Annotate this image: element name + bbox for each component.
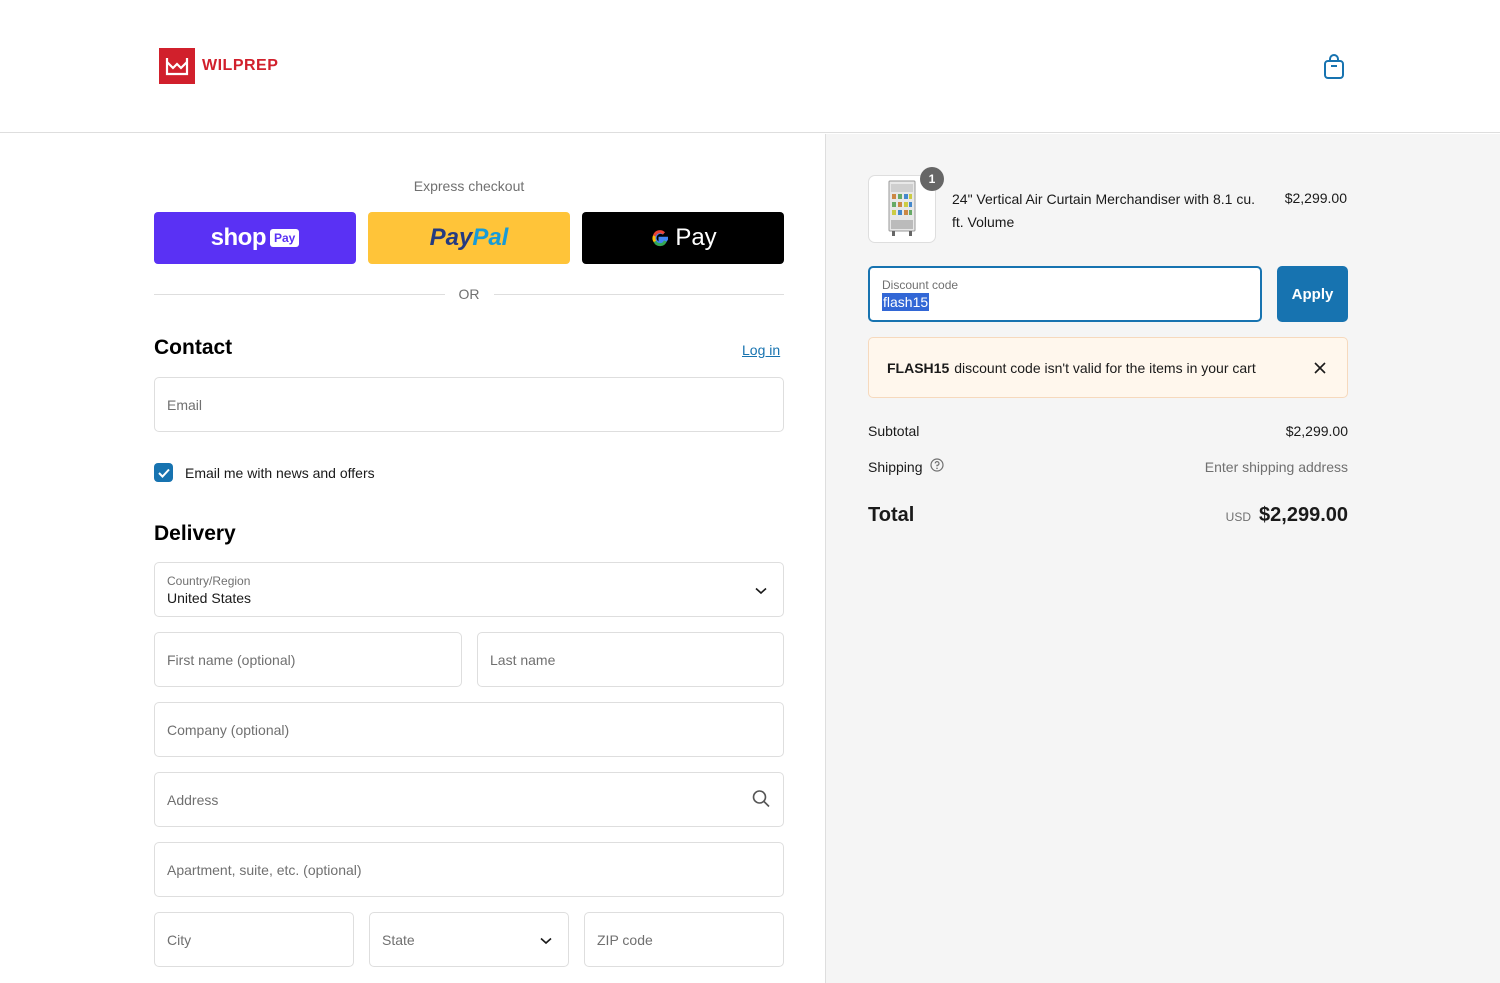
total-value: $2,299.00 [1259,504,1348,526]
shopping-bag-icon[interactable] [1322,54,1346,80]
google-pay-wordmark: Pay [649,224,717,252]
subtotal-value: $2,299.00 [1285,423,1348,439]
shipping-label: Shipping [868,458,923,475]
state-select[interactable]: State [369,912,569,967]
total-currency: USD [1225,510,1252,524]
shipping-row: Shipping Enter shipping address [868,458,1348,475]
checkout-form: Express checkout shop Pay PayPal Pay OR … [0,134,825,983]
shop-pay-button[interactable]: shop Pay [154,212,356,264]
shipping-value: Enter shipping address [1204,458,1348,475]
apartment-field[interactable]: Apartment, suite, etc. (optional) [154,842,784,897]
total-label: Total [868,504,915,526]
order-summary: 1 24" Vertical Air Curtain Merchandiser … [825,134,1500,983]
error-code: FLASH15 [887,359,950,376]
product-name: 24" Vertical Air Curtain Merchandiser wi… [952,191,1255,230]
quantity-badge: 1 [920,167,944,191]
logo-mark-icon [159,48,195,84]
google-pay-button[interactable]: Pay [582,212,784,264]
last-name-field[interactable]: Last name [477,632,784,687]
brand-logo[interactable]: WILPREP [159,48,278,84]
chevron-down-icon [540,932,552,948]
email-field[interactable]: Email [154,377,784,432]
newsletter-checkbox[interactable] [154,463,173,482]
discount-code-field[interactable]: Discount code flash15 [868,266,1262,322]
company-field[interactable]: Company (optional) [154,702,784,757]
chevron-down-icon [755,582,767,598]
newsletter-label: Email me with news and offers [185,464,375,481]
subtotal-row: Subtotal $2,299.00 [868,423,1348,439]
paypal-wordmark: PayPal [429,224,509,251]
check-icon [157,468,170,478]
paypal-button[interactable]: PayPal [368,212,570,264]
first-name-field[interactable]: First name (optional) [154,632,462,687]
help-circle-icon[interactable] [929,458,944,475]
shop-pay-badge: Pay [269,229,300,247]
close-icon[interactable] [1313,361,1327,375]
product-price: $2,299.00 [1284,190,1347,206]
country-select[interactable]: Country/Region United States [154,562,784,617]
merchandiser-image [888,180,916,236]
apply-discount-button[interactable]: Apply [1277,266,1348,322]
error-message: discount code isn't valid for the items … [954,359,1256,376]
shop-pay-wordmark: shop [210,224,267,251]
login-link[interactable]: Log in [742,342,780,358]
google-g-icon [652,230,669,247]
total-row: Total USD $2,299.00 [868,504,1348,527]
city-field[interactable]: City [154,912,354,967]
address-field[interactable]: Address [154,772,784,827]
subtotal-label: Subtotal [868,423,920,439]
discount-error-banner: FLASH15 discount code isn't valid for th… [868,337,1348,398]
delivery-heading: Delivery [154,522,236,545]
brand-name: WILPREP [202,57,279,74]
search-icon[interactable] [751,788,771,811]
discount-code-value[interactable]: flash15 [882,293,930,311]
newsletter-option[interactable]: Email me with news and offers [154,463,375,482]
contact-heading: Contact [154,336,233,359]
zip-field[interactable]: ZIP code [584,912,784,967]
checkout-header: WILPREP [0,0,1500,133]
or-divider: OR [154,284,784,304]
express-checkout-label: Express checkout [413,178,525,194]
